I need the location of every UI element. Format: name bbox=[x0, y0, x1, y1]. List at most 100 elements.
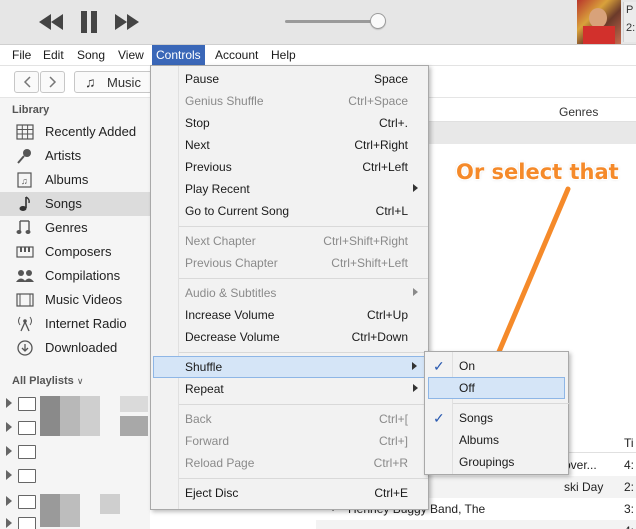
shuffle-songs-item[interactable]: ✓ Songs bbox=[425, 407, 568, 429]
menu-edit[interactable]: Edit bbox=[39, 45, 68, 66]
pause-icon bbox=[81, 11, 97, 33]
disclosure-arrow-icon[interactable] bbox=[6, 398, 12, 408]
annotation-callout: Or select that bbox=[456, 160, 619, 184]
menu-item-label: Go to Current Song bbox=[185, 204, 290, 218]
volume-slider-track[interactable] bbox=[285, 20, 377, 23]
sidebar-item-downloaded[interactable]: Downloaded bbox=[0, 336, 150, 360]
library-header: Library bbox=[12, 104, 50, 116]
menu-account[interactable]: Account bbox=[211, 45, 262, 66]
menu-item-label: Next Chapter bbox=[185, 234, 256, 248]
menu-item-reload-page: Reload Page Ctrl+R bbox=[151, 452, 428, 474]
menu-separator bbox=[179, 352, 428, 353]
menu-item-repeat[interactable]: Repeat bbox=[151, 378, 428, 400]
next-track-button[interactable] bbox=[113, 10, 141, 34]
sidebar-item-genres[interactable]: Genres bbox=[0, 216, 150, 240]
menu-separator bbox=[453, 403, 569, 404]
menu-item-label: Shuffle bbox=[185, 360, 223, 374]
menu-item-pause[interactable]: Pause Space bbox=[151, 68, 428, 90]
disclosure-arrow-icon[interactable] bbox=[6, 518, 12, 528]
submenu-arrow-icon bbox=[413, 184, 418, 192]
all-playlists-header[interactable]: All Playlists ∨ bbox=[12, 375, 83, 387]
menu-item-shortcut: Space bbox=[373, 72, 408, 86]
submenu-arrow-icon bbox=[413, 384, 418, 392]
disclosure-arrow-icon[interactable] bbox=[6, 470, 12, 480]
menu-song[interactable]: Song bbox=[73, 45, 109, 66]
previous-track-button[interactable] bbox=[37, 10, 65, 34]
now-playing-info: P 2: bbox=[623, 2, 636, 42]
table-row[interactable]: 4: bbox=[316, 520, 636, 529]
album-artwork[interactable] bbox=[577, 0, 621, 44]
chevron-down-icon: ∨ bbox=[76, 376, 84, 386]
chevron-right-icon bbox=[48, 76, 56, 88]
menu-item-decrease-volume[interactable]: Decrease Volume Ctrl+Down bbox=[151, 326, 428, 348]
shuffle-albums-item[interactable]: Albums bbox=[425, 429, 568, 451]
back-button[interactable] bbox=[14, 71, 39, 93]
people-icon bbox=[16, 270, 34, 282]
menu-controls[interactable]: Controls bbox=[152, 45, 205, 66]
sidebar-item-music-videos[interactable]: Music Videos bbox=[0, 288, 150, 312]
menu-item-label: Forward bbox=[185, 434, 230, 448]
shuffle-off-item[interactable]: Off bbox=[428, 377, 565, 399]
menu-item-label: Repeat bbox=[185, 382, 224, 396]
media-kind-selector[interactable]: ♫ Music bbox=[74, 71, 154, 93]
menu-item-increase-volume[interactable]: Increase Volume Ctrl+Up bbox=[151, 304, 428, 326]
menu-item-shortcut: Ctrl+[ bbox=[378, 412, 408, 426]
menu-file[interactable]: File bbox=[8, 45, 35, 66]
disclosure-arrow-icon[interactable] bbox=[6, 496, 12, 506]
menu-item-label: Reload Page bbox=[185, 456, 255, 470]
menu-view[interactable]: View bbox=[114, 45, 148, 66]
menu-item-previous[interactable]: Previous Ctrl+Left bbox=[151, 156, 428, 178]
menu-item-play-recent[interactable]: Play Recent bbox=[151, 178, 428, 200]
menu-item-shortcut: Ctrl+Shift+Left bbox=[331, 256, 408, 270]
menu-item-next[interactable]: Next Ctrl+Right bbox=[151, 134, 428, 156]
menu-item-next-chapter: Next Chapter Ctrl+Shift+Right bbox=[151, 230, 428, 252]
sidebar-item-songs[interactable]: Songs bbox=[0, 192, 150, 216]
download-icon bbox=[17, 340, 33, 356]
volume-slider-knob[interactable] bbox=[370, 13, 386, 29]
pause-button[interactable] bbox=[75, 10, 103, 34]
sidebar-item-label: Albums bbox=[45, 172, 89, 187]
menu-item-shuffle[interactable]: Shuffle bbox=[153, 356, 426, 378]
menu-item-go-to-current-song[interactable]: Go to Current Song Ctrl+L bbox=[151, 200, 428, 222]
sidebar-item-internet-radio[interactable]: Internet Radio bbox=[0, 312, 150, 336]
menu-item-stop[interactable]: Stop Ctrl+. bbox=[151, 112, 428, 134]
menu-bar: File Edit Song View Controls Account Hel… bbox=[0, 45, 636, 66]
forward-button[interactable] bbox=[40, 71, 65, 93]
menu-item-shortcut: Ctrl+] bbox=[378, 434, 408, 448]
menu-item-label: Previous Chapter bbox=[185, 256, 278, 270]
menu-item-label: Audio & Subtitles bbox=[185, 286, 277, 300]
sidebar-item-recently-added[interactable]: Recently Added bbox=[0, 120, 150, 144]
sidebar-item-artists[interactable]: Artists bbox=[0, 144, 150, 168]
sidebar-item-albums[interactable]: ♫ Albums bbox=[0, 168, 150, 192]
sidebar-item-label: Songs bbox=[45, 196, 82, 211]
menu-item-label: Genius Shuffle bbox=[185, 94, 264, 108]
video-icon bbox=[16, 293, 34, 307]
menu-help[interactable]: Help bbox=[267, 45, 300, 66]
song-time: 4: bbox=[624, 524, 634, 529]
sidebar-item-composers[interactable]: Composers bbox=[0, 240, 150, 264]
menu-separator bbox=[179, 278, 428, 279]
playlist-folder[interactable] bbox=[0, 464, 150, 488]
menu-item-label: Albums bbox=[459, 433, 500, 447]
disclosure-arrow-icon[interactable] bbox=[6, 446, 12, 456]
column-header-genres[interactable]: Genres bbox=[559, 105, 598, 119]
rewind-icon bbox=[39, 14, 63, 30]
disclosure-arrow-icon[interactable] bbox=[6, 422, 12, 432]
menu-item-forward: Forward Ctrl+] bbox=[151, 430, 428, 452]
menu-item-shortcut: Ctrl+Right bbox=[354, 138, 408, 152]
sidebar-item-compilations[interactable]: Compilations bbox=[0, 264, 150, 288]
column-header-time[interactable]: Ti bbox=[562, 431, 636, 453]
submenu-arrow-icon bbox=[412, 362, 417, 370]
playlist-folder[interactable] bbox=[0, 440, 150, 464]
menu-item-eject-disc[interactable]: Eject Disc Ctrl+E bbox=[151, 482, 428, 504]
song-title: ski Day bbox=[564, 480, 604, 494]
checkmark-icon: ✓ bbox=[433, 410, 445, 426]
shuffle-groupings-item[interactable]: Groupings bbox=[425, 451, 568, 473]
sidebar-item-label: Recently Added bbox=[45, 124, 137, 139]
folder-icon bbox=[18, 517, 36, 529]
blurred-playlist-name bbox=[80, 396, 100, 436]
blurred-playlist-name bbox=[120, 396, 148, 412]
shuffle-on-item[interactable]: ✓ On bbox=[425, 355, 568, 377]
menu-item-previous-chapter: Previous Chapter Ctrl+Shift+Left bbox=[151, 252, 428, 274]
blurred-playlist-name bbox=[60, 396, 80, 436]
